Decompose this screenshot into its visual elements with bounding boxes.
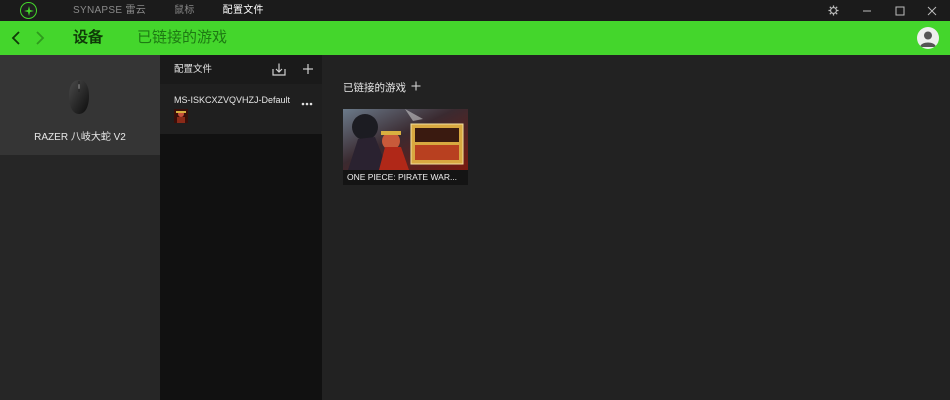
- settings-button[interactable]: [818, 0, 848, 21]
- device-panel: RAZER 八岐大蛇 V2: [0, 55, 160, 400]
- profile-header: 配置文件: [160, 55, 322, 84]
- import-icon[interactable]: [272, 63, 286, 76]
- nav-synapse[interactable]: SYNAPSE 雷云: [73, 0, 146, 21]
- nav-mouse[interactable]: 鼠标: [174, 0, 195, 21]
- game-name: ONE PIECE: PIRATE WAR...: [343, 170, 468, 185]
- mouse-image: [69, 80, 89, 114]
- minimize-icon: [863, 10, 871, 11]
- game-tile[interactable]: ONE PIECE: PIRATE WAR...: [343, 109, 468, 185]
- linked-games-title: 已链接的游戏: [343, 82, 406, 94]
- razer-logo-icon[interactable]: [20, 2, 37, 19]
- game-cover-image: [343, 109, 468, 170]
- header-bar: 设备 已链接的游戏: [0, 21, 950, 55]
- minimize-button[interactable]: [852, 0, 882, 21]
- profile-header-title: 配置文件: [174, 64, 213, 75]
- settings-icon: [827, 5, 839, 16]
- forward-arrow-icon[interactable]: [32, 30, 48, 46]
- user-avatar[interactable]: [917, 27, 939, 49]
- maximize-icon: [895, 6, 905, 15]
- tab-devices[interactable]: 设备: [73, 21, 103, 55]
- close-button[interactable]: [917, 0, 947, 21]
- profile-panel: 配置文件 MS-ISKCXZVQVHZJ-Default: [160, 55, 322, 400]
- title-bar: SYNAPSE 雷云 鼠标 配置文件: [0, 0, 950, 21]
- top-nav: SYNAPSE 雷云 鼠标 配置文件: [73, 0, 292, 21]
- profile-name: MS-ISKCXZVQVHZJ-Default: [174, 95, 291, 105]
- device-card[interactable]: RAZER 八岐大蛇 V2: [0, 55, 160, 155]
- back-arrow-icon[interactable]: [8, 30, 24, 46]
- add-linked-game-icon[interactable]: [411, 81, 421, 91]
- user-icon: [920, 31, 936, 47]
- maximize-button[interactable]: [885, 0, 915, 21]
- add-profile-icon[interactable]: [302, 63, 314, 75]
- profile-game-thumbnail: [174, 109, 188, 123]
- tab-linked-games[interactable]: 已链接的游戏: [137, 21, 227, 55]
- nav-profiles[interactable]: 配置文件: [223, 0, 264, 21]
- more-options-icon[interactable]: [301, 102, 313, 106]
- profile-item[interactable]: MS-ISKCXZVQVHZJ-Default: [160, 84, 322, 134]
- close-icon: [927, 6, 937, 15]
- device-name: RAZER 八岐大蛇 V2: [34, 132, 126, 143]
- linked-games-area: 已链接的游戏 ONE PIECE: PIRATE WAR...: [322, 55, 950, 400]
